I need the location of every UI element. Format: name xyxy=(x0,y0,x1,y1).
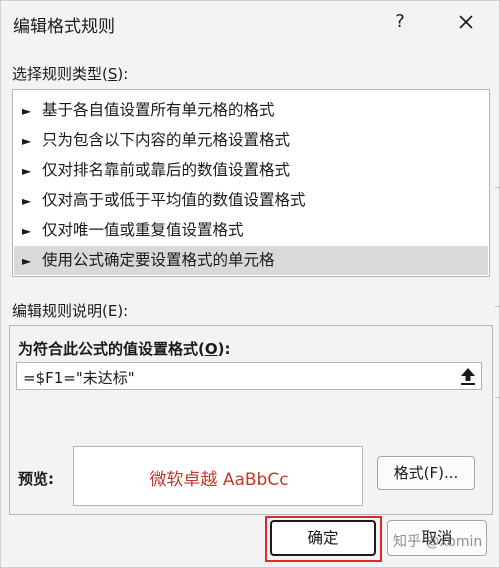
formula-label: 为符合此公式的值设置格式(O): xyxy=(18,340,231,358)
rule-type-list[interactable]: ► 基于各自值设置所有单元格的格式 ► 只为包含以下内容的单元格设置格式 ► 仅对排名… xyxy=(12,89,490,277)
triangle-right-icon: ► xyxy=(22,224,32,238)
rule-item-above-below-average[interactable]: ► 仅对高于或低于平均值的数值设置格式 xyxy=(14,186,488,215)
collapse-dialog-button[interactable] xyxy=(457,365,479,387)
triangle-right-icon: ► xyxy=(22,104,32,118)
triangle-right-icon: ► xyxy=(22,134,32,148)
format-button[interactable]: 格式(F)... xyxy=(377,456,475,490)
rule-item-contains[interactable]: ► 只为包含以下内容的单元格设置格式 xyxy=(14,126,488,155)
rule-item-unique-duplicate[interactable]: ► 仅对唯一值或重复值设置格式 xyxy=(14,216,488,245)
close-icon xyxy=(459,15,473,29)
rule-type-label: 选择规则类型(S): xyxy=(12,65,129,83)
rule-item-top-bottom[interactable]: ► 仅对排名靠前或靠后的数值设置格式 xyxy=(14,156,488,185)
formula-input[interactable]: =$F1="未达标" xyxy=(16,362,482,390)
edge-tick xyxy=(495,397,500,398)
triangle-right-icon: ► xyxy=(22,254,32,268)
upload-arrow-icon xyxy=(461,368,475,385)
close-button[interactable] xyxy=(451,7,481,37)
edit-format-rule-dialog: 编辑格式规则 ? 选择规则类型(S): ► 基于各自值设置所有单元格的格式 ► 只为… xyxy=(0,0,500,568)
help-button[interactable]: ? xyxy=(385,7,415,37)
formula-value: =$F1="未达标" xyxy=(23,369,135,387)
triangle-right-icon: ► xyxy=(22,194,32,208)
title-bar: 编辑格式规则 ? xyxy=(1,1,499,45)
watermark: 知乎 @xomin xyxy=(393,534,483,550)
dialog-title: 编辑格式规则 xyxy=(13,17,115,37)
preview-label: 预览: xyxy=(18,470,54,488)
rule-description-panel: 为符合此公式的值设置格式(O): =$F1="未达标" 预览: 微软卓越 AaB… xyxy=(9,325,493,515)
edge-tick xyxy=(495,306,500,307)
edge-markers xyxy=(495,1,500,568)
rule-item-each-value[interactable]: ► 基于各自值设置所有单元格的格式 xyxy=(14,96,488,125)
preview-box: 微软卓越 AaBbCc xyxy=(73,446,363,506)
edge-tick xyxy=(495,187,500,188)
rule-item-use-formula[interactable]: ► 使用公式确定要设置格式的单元格 xyxy=(14,246,488,275)
triangle-right-icon: ► xyxy=(22,164,32,178)
preview-sample-text: 微软卓越 AaBbCc xyxy=(149,470,289,490)
rule-description-label: 编辑规则说明(E): xyxy=(12,302,129,320)
ok-button[interactable]: 确定 xyxy=(270,520,376,556)
